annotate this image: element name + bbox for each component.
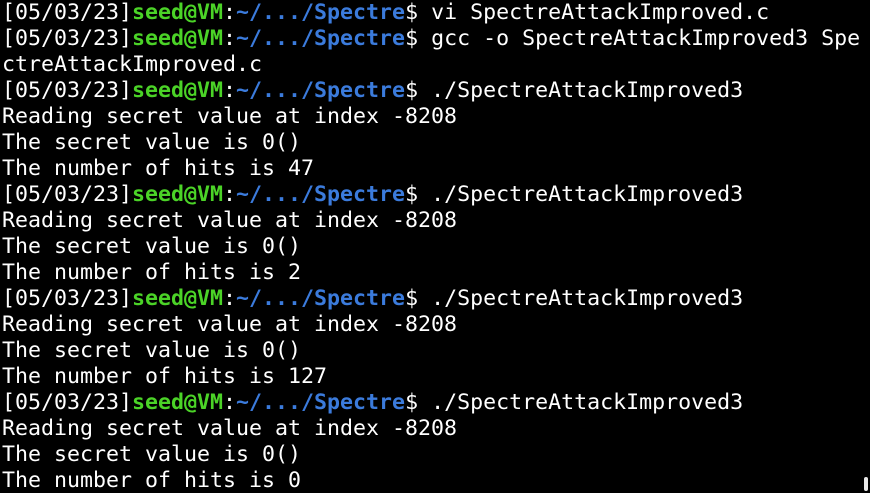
- prompt-line: [05/03/23]seed@VM:~/.../Spectre$ ./Spect…: [2, 286, 868, 312]
- output-line: The number of hits is 0: [2, 468, 868, 493]
- prompt-user: seed@VM: [132, 182, 224, 207]
- command-text: vi SpectreAttackImproved.c: [431, 0, 770, 25]
- output-line: The secret value is 0(): [2, 234, 868, 260]
- output-line: The secret value is 0(): [2, 442, 868, 468]
- scrollbar-thumb[interactable]: [864, 477, 868, 491]
- output-line: Reading secret value at index -8208: [2, 104, 868, 130]
- terminal-window[interactable]: [05/03/23]seed@VM:~/.../Spectre$ vi Spec…: [0, 0, 870, 493]
- prompt-user: seed@VM: [132, 0, 224, 25]
- terminal-output: [05/03/23]seed@VM:~/.../Spectre$ vi Spec…: [2, 0, 868, 493]
- output-text: The number of hits is 47: [2, 156, 315, 181]
- output-text: The secret value is 0(): [2, 234, 302, 259]
- prompt-date: [05/03/23]: [2, 390, 133, 415]
- output-line: Reading secret value at index -8208: [2, 416, 868, 442]
- command-text: ./SpectreAttackImproved3: [431, 182, 744, 207]
- output-line: The secret value is 0(): [2, 338, 868, 364]
- prompt-date: [05/03/23]: [2, 26, 133, 51]
- output-text: The number of hits is 0: [2, 468, 302, 493]
- prompt-path: ~/.../Spectre: [236, 286, 406, 311]
- output-line: The secret value is 0(): [2, 130, 868, 156]
- prompt-colon: :: [223, 26, 237, 51]
- prompt-symbol: $: [405, 390, 432, 415]
- prompt-line: [05/03/23]seed@VM:~/.../Spectre$ ./Spect…: [2, 390, 868, 416]
- prompt-symbol: $: [405, 78, 432, 103]
- prompt-line: [05/03/23]seed@VM:~/.../Spectre$ gcc -o …: [2, 26, 868, 52]
- prompt-path: ~/.../Spectre: [236, 78, 406, 103]
- prompt-colon: :: [223, 390, 237, 415]
- output-text: The secret value is 0(): [2, 338, 302, 363]
- prompt-symbol: $: [405, 26, 432, 51]
- output-text: ctreAttackImproved.c: [2, 52, 263, 77]
- prompt-colon: :: [223, 182, 237, 207]
- prompt-line: [05/03/23]seed@VM:~/.../Spectre$ ./Spect…: [2, 78, 868, 104]
- prompt-symbol: $: [405, 182, 432, 207]
- output-line: The number of hits is 47: [2, 156, 868, 182]
- output-text: The number of hits is 127: [2, 364, 328, 389]
- prompt-user: seed@VM: [132, 78, 224, 103]
- prompt-path: ~/.../Spectre: [236, 26, 406, 51]
- output-text: The secret value is 0(): [2, 130, 302, 155]
- prompt-line: [05/03/23]seed@VM:~/.../Spectre$ ./Spect…: [2, 182, 868, 208]
- output-text: The secret value is 0(): [2, 442, 302, 467]
- output-line: ctreAttackImproved.c: [2, 52, 868, 78]
- output-text: The number of hits is 2: [2, 260, 302, 285]
- command-text: ./SpectreAttackImproved3: [431, 78, 744, 103]
- prompt-user: seed@VM: [132, 390, 224, 415]
- prompt-path: ~/.../Spectre: [236, 182, 406, 207]
- prompt-symbol: $: [405, 0, 432, 25]
- command-text: ./SpectreAttackImproved3: [431, 286, 744, 311]
- output-text: Reading secret value at index -8208: [2, 312, 458, 337]
- output-text: Reading secret value at index -8208: [2, 104, 458, 129]
- prompt-user: seed@VM: [132, 26, 224, 51]
- output-line: Reading secret value at index -8208: [2, 312, 868, 338]
- prompt-date: [05/03/23]: [2, 78, 133, 103]
- prompt-date: [05/03/23]: [2, 182, 133, 207]
- output-line: The number of hits is 2: [2, 260, 868, 286]
- command-text: ./SpectreAttackImproved3: [431, 390, 744, 415]
- output-line: Reading secret value at index -8208: [2, 208, 868, 234]
- prompt-symbol: $: [405, 286, 432, 311]
- prompt-colon: :: [223, 286, 237, 311]
- output-text: Reading secret value at index -8208: [2, 416, 458, 441]
- output-text: Reading secret value at index -8208: [2, 208, 458, 233]
- prompt-line: [05/03/23]seed@VM:~/.../Spectre$ vi Spec…: [2, 0, 868, 26]
- prompt-date: [05/03/23]: [2, 0, 133, 25]
- output-line: The number of hits is 127: [2, 364, 868, 390]
- prompt-date: [05/03/23]: [2, 286, 133, 311]
- prompt-colon: :: [223, 78, 237, 103]
- prompt-path: ~/.../Spectre: [236, 0, 406, 25]
- prompt-colon: :: [223, 0, 237, 25]
- command-text: gcc -o SpectreAttackImproved3 Spe: [431, 26, 861, 51]
- prompt-user: seed@VM: [132, 286, 224, 311]
- prompt-path: ~/.../Spectre: [236, 390, 406, 415]
